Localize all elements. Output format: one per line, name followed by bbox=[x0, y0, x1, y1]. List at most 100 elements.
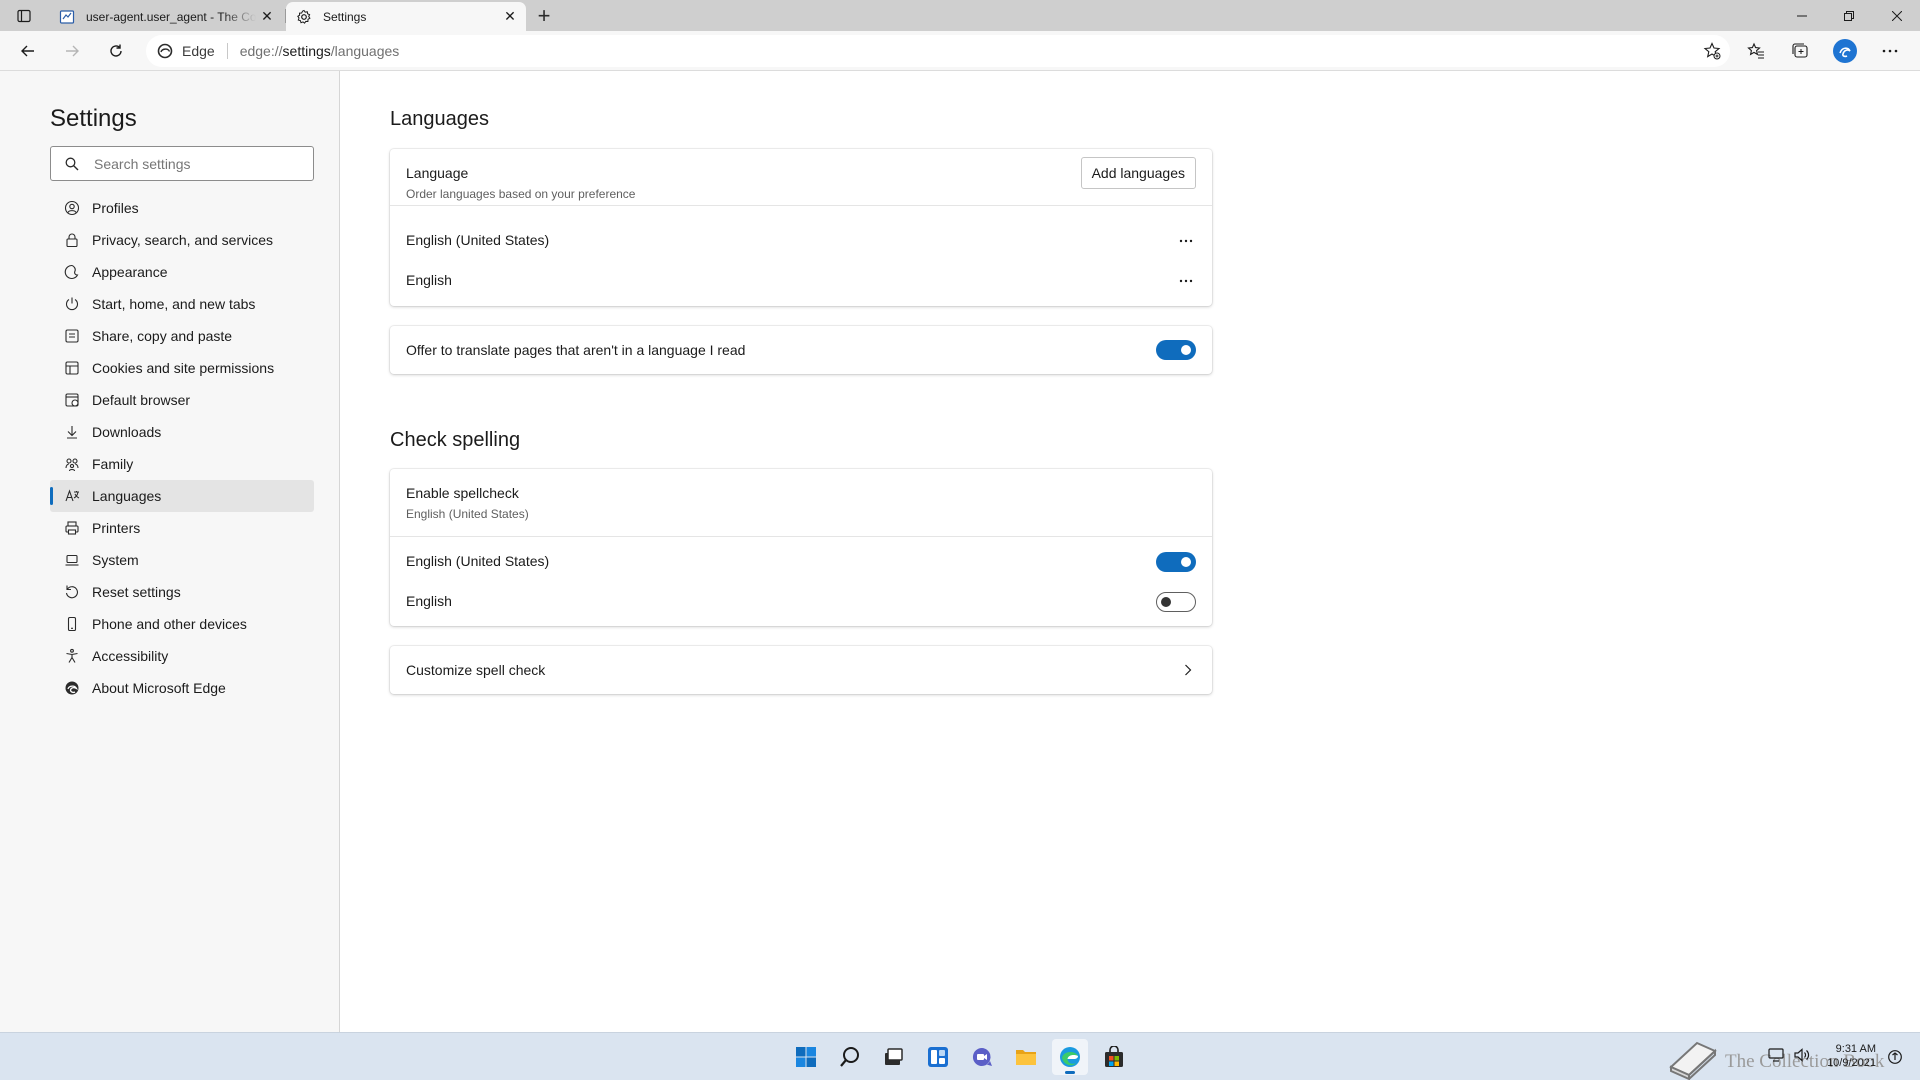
sidebar-item-label: About Microsoft Edge bbox=[92, 680, 226, 696]
new-tab-button[interactable]: + bbox=[531, 3, 557, 29]
edge-icon bbox=[156, 42, 174, 60]
sidebar-item-label: Languages bbox=[92, 488, 162, 504]
sidebar-item-phone[interactable]: Phone and other devices bbox=[50, 608, 314, 640]
sidebar-item-accessibility[interactable]: Accessibility bbox=[50, 640, 314, 672]
browser-toolbar: Edge edge://settings/languages bbox=[0, 31, 1920, 71]
customize-spellcheck-row[interactable]: Customize spell check bbox=[390, 646, 1212, 694]
sidebar-item-label: Phone and other devices bbox=[92, 616, 247, 632]
notifications-icon[interactable] bbox=[1887, 1033, 1903, 1080]
more-options-icon[interactable] bbox=[1176, 271, 1196, 291]
clock-date: 10/9/2021 bbox=[1827, 1057, 1876, 1069]
taskbar: The Collection Book 9:31 AM 10/9/2021 bbox=[0, 1032, 1920, 1080]
file-explorer-icon[interactable] bbox=[1008, 1039, 1044, 1075]
language-header-sub: Order languages based on your preference bbox=[406, 187, 636, 201]
profile-icon[interactable] bbox=[1829, 36, 1861, 66]
search-input[interactable] bbox=[94, 155, 304, 172]
sidebar-item-printers[interactable]: Printers bbox=[50, 512, 314, 544]
close-tab-icon[interactable]: ✕ bbox=[499, 6, 521, 28]
collections-icon[interactable] bbox=[1784, 36, 1816, 66]
clock[interactable]: 9:31 AM 10/9/2021 bbox=[1827, 1042, 1876, 1070]
customize-spellcheck-label: Customize spell check bbox=[406, 662, 546, 678]
start-icon[interactable] bbox=[788, 1039, 824, 1075]
tab-actions-icon[interactable] bbox=[12, 5, 36, 27]
sidebar-item-appearance[interactable]: Appearance bbox=[50, 256, 314, 288]
settings-title: Settings bbox=[50, 105, 137, 132]
minimize-icon[interactable] bbox=[1779, 0, 1825, 31]
site-identity-label: Edge bbox=[182, 43, 215, 59]
chat-icon[interactable] bbox=[964, 1039, 1000, 1075]
languages-section-title: Languages bbox=[390, 108, 489, 130]
avatar bbox=[1833, 39, 1857, 63]
restore-icon[interactable] bbox=[1826, 0, 1872, 31]
volume-icon[interactable] bbox=[1794, 1047, 1810, 1067]
sidebar-item-label: Share, copy and paste bbox=[92, 328, 233, 344]
clock-time: 9:31 AM bbox=[1835, 1043, 1876, 1055]
sidebar-item-default-browser[interactable]: Default browser bbox=[50, 384, 314, 416]
language-header-label: Language bbox=[406, 165, 469, 181]
search-settings-box[interactable] bbox=[50, 146, 314, 181]
settings-sidebar: Settings Profiles Privacy, search, and s… bbox=[0, 71, 340, 1032]
book-icon bbox=[58, 8, 76, 26]
search-icon bbox=[64, 156, 80, 172]
sidebar-item-start-home[interactable]: Start, home, and new tabs bbox=[50, 288, 314, 320]
sidebar-item-about[interactable]: About Microsoft Edge bbox=[50, 672, 314, 704]
tab-user-agent[interactable]: user-agent.user_agent - The Coll ✕ bbox=[49, 2, 283, 31]
sidebar-item-privacy[interactable]: Privacy, search, and services bbox=[50, 224, 314, 256]
sidebar-item-label: Downloads bbox=[92, 424, 162, 440]
add-favorite-icon[interactable] bbox=[1702, 41, 1722, 61]
sidebar-item-label: System bbox=[92, 552, 139, 568]
sidebar-item-label: Appearance bbox=[92, 264, 168, 280]
family-icon bbox=[63, 455, 81, 473]
task-view-icon[interactable] bbox=[875, 1039, 911, 1075]
close-window-icon[interactable] bbox=[1874, 0, 1920, 31]
address-bar[interactable]: Edge edge://settings/languages bbox=[146, 35, 1730, 67]
favorites-icon[interactable] bbox=[1740, 36, 1772, 66]
sidebar-item-family[interactable]: Family bbox=[50, 448, 314, 480]
cookies-icon bbox=[63, 359, 81, 377]
more-options-icon[interactable] bbox=[1176, 231, 1196, 251]
translate-card: Offer to translate pages that aren't in … bbox=[390, 326, 1212, 374]
sidebar-item-label: Printers bbox=[92, 520, 141, 536]
close-tab-icon[interactable]: ✕ bbox=[256, 6, 278, 28]
phone-icon bbox=[63, 615, 81, 633]
sidebar-item-reset[interactable]: Reset settings bbox=[50, 576, 314, 608]
system-tray[interactable] bbox=[1768, 1033, 1810, 1080]
watermark-book-icon bbox=[1667, 1037, 1719, 1080]
sidebar-item-cookies[interactable]: Cookies and site permissions bbox=[50, 352, 314, 384]
title-bar: user-agent.user_agent - The Coll ✕ Setti… bbox=[0, 0, 1920, 31]
search-icon[interactable] bbox=[832, 1039, 868, 1075]
sidebar-item-languages[interactable]: Languages bbox=[50, 480, 314, 512]
forward-icon[interactable] bbox=[57, 36, 87, 66]
store-icon[interactable] bbox=[1096, 1039, 1132, 1075]
sidebar-item-system[interactable]: System bbox=[50, 544, 314, 576]
edge-icon[interactable] bbox=[1052, 1039, 1088, 1075]
divider bbox=[390, 205, 1212, 206]
printer-icon bbox=[63, 519, 81, 537]
url-text[interactable]: edge://settings/languages bbox=[240, 43, 400, 59]
sidebar-item-share-copy[interactable]: Share, copy and paste bbox=[50, 320, 314, 352]
add-languages-button[interactable]: Add languages bbox=[1080, 157, 1196, 189]
sidebar-item-downloads[interactable]: Downloads bbox=[50, 416, 314, 448]
spellcheck-toggle-en[interactable] bbox=[1156, 592, 1196, 612]
sidebar-item-label: Accessibility bbox=[92, 648, 169, 664]
back-icon[interactable] bbox=[13, 36, 43, 66]
sidebar-item-label: Family bbox=[92, 456, 134, 472]
accessibility-icon bbox=[63, 647, 81, 665]
appearance-icon bbox=[63, 263, 81, 281]
spellcheck-card: Enable spellcheck English (United States… bbox=[390, 469, 1212, 626]
address-separator bbox=[226, 43, 228, 59]
profile-icon bbox=[63, 199, 81, 217]
widgets-icon[interactable] bbox=[920, 1039, 956, 1075]
sidebar-item-profiles[interactable]: Profiles bbox=[50, 192, 314, 224]
more-options-icon[interactable] bbox=[1874, 36, 1906, 66]
translate-toggle[interactable] bbox=[1156, 340, 1196, 360]
sidebar-item-label: Reset settings bbox=[92, 584, 181, 600]
sidebar-item-label: Profiles bbox=[92, 200, 139, 216]
download-icon bbox=[63, 423, 81, 441]
tab-settings[interactable]: Settings ✕ bbox=[286, 2, 526, 31]
network-icon[interactable] bbox=[1768, 1047, 1784, 1067]
spellcheck-toggle-en-us[interactable] bbox=[1156, 552, 1196, 572]
refresh-icon[interactable] bbox=[101, 36, 131, 66]
enable-spellcheck-sub: English (United States) bbox=[406, 507, 529, 521]
browser-icon bbox=[63, 391, 81, 409]
